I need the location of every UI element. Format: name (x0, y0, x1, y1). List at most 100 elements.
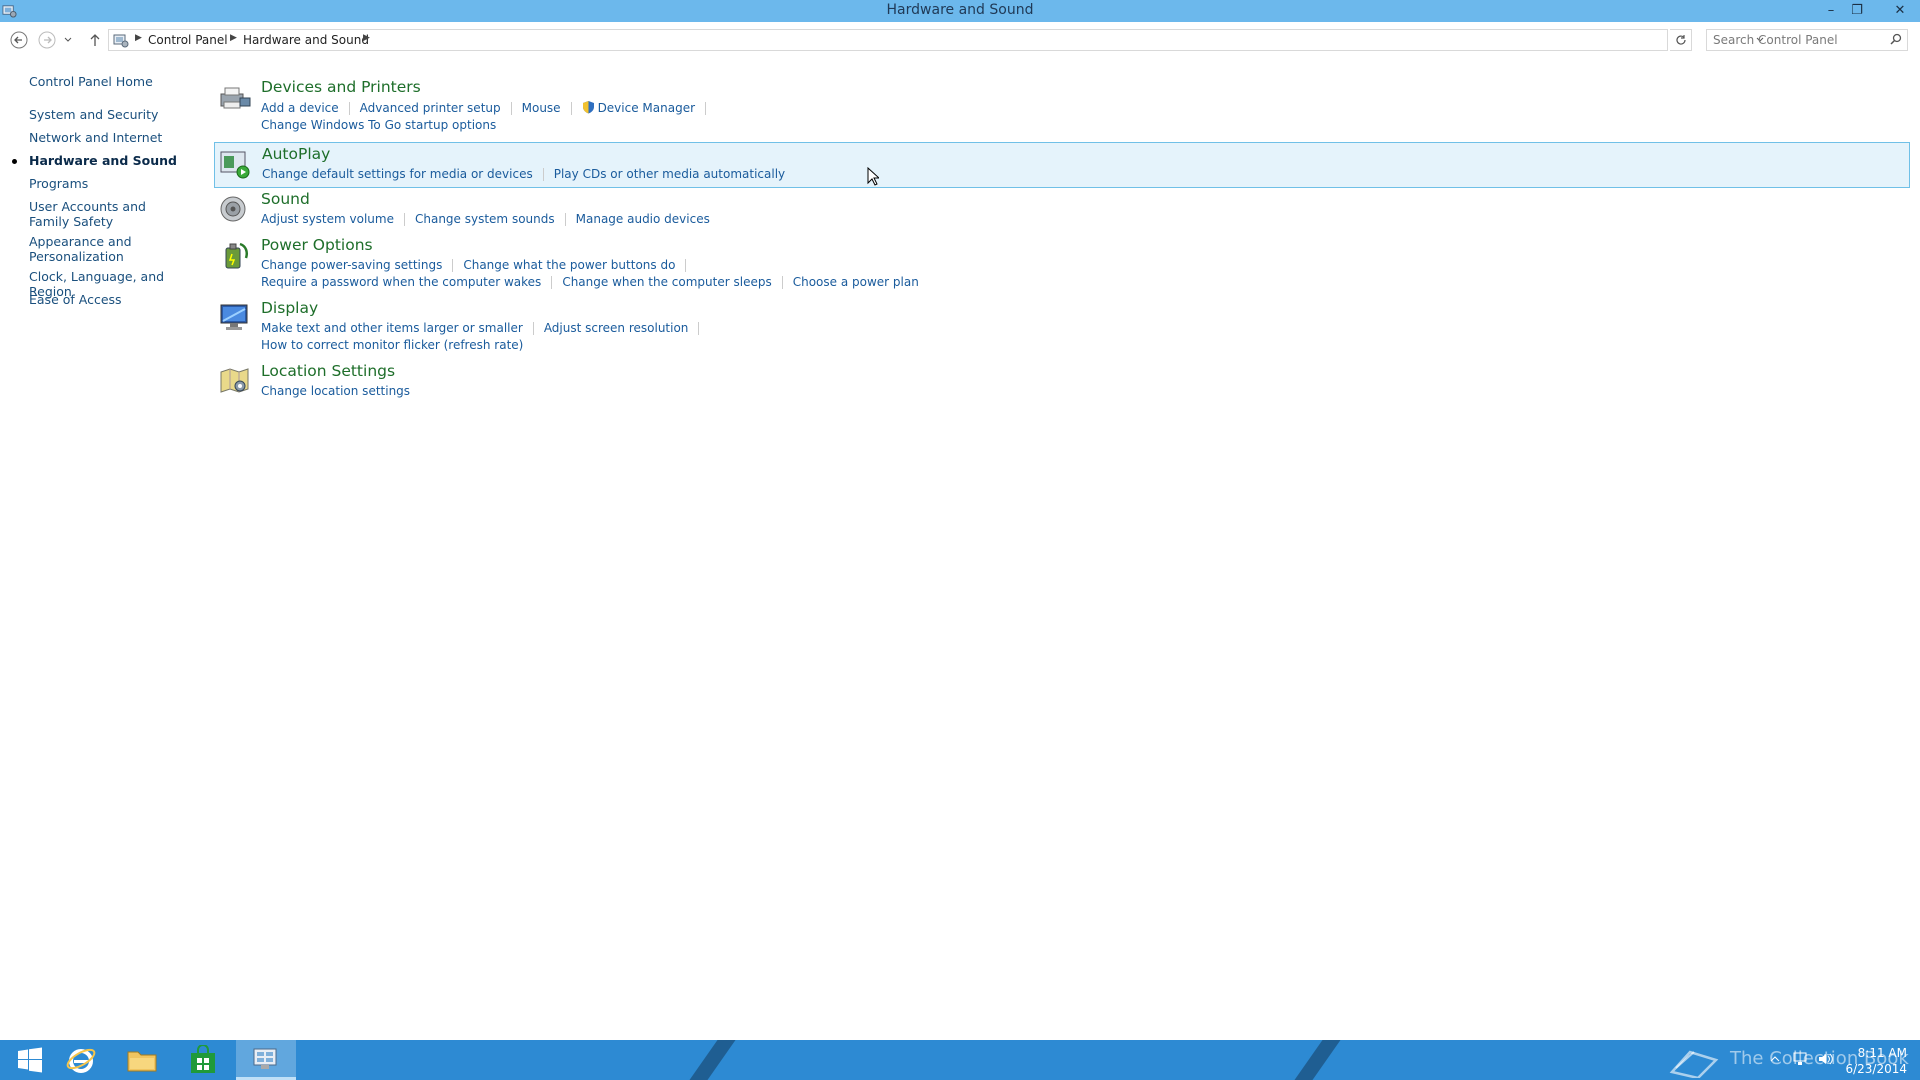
window-title: Hardware and Sound (886, 2, 1034, 18)
folder-icon (127, 1051, 157, 1072)
taskbar-internet-explorer[interactable] (51, 1040, 111, 1080)
power-options-icon[interactable] (218, 238, 252, 272)
breadcrumb-separator[interactable]: ▶ (230, 33, 237, 43)
group-autoplay[interactable]: AutoPlay Change default settings for med… (214, 142, 1910, 188)
devices-and-printers-link[interactable]: Devices and Printers (261, 78, 421, 96)
refresh-button[interactable] (1670, 29, 1692, 51)
up-button[interactable] (84, 29, 106, 51)
mouse-link[interactable]: Mouse (522, 101, 561, 115)
taskbar: The Collection Book 8:11 AM 6/23/2014 (0, 1040, 1920, 1080)
adjust-screen-resolution-link[interactable]: Adjust screen resolution (544, 321, 689, 335)
back-arrow-icon (10, 31, 28, 49)
sidebar-item-network-and-internet[interactable]: Network and Internet (29, 130, 162, 145)
windows-to-go-startup-link[interactable]: Change Windows To Go startup options (261, 118, 496, 132)
control-panel-icon (113, 34, 129, 48)
search-icon[interactable] (1890, 33, 1902, 45)
devices-links-row-2: Change Windows To Go startup options (261, 118, 496, 132)
link-separator (551, 276, 553, 289)
taskbar-store[interactable] (173, 1040, 233, 1080)
change-default-media-settings-link[interactable]: Change default settings for media or dev… (262, 167, 533, 181)
address-box[interactable]: ▶ Control Panel ▶ Hardware and Sound ▶ (108, 29, 1764, 51)
location-settings-icon[interactable] (218, 364, 252, 398)
autoplay-link[interactable]: AutoPlay (262, 145, 330, 163)
volume-icon[interactable] (1818, 1052, 1834, 1066)
sound-links-row: Adjust system volume Change system sounds… (261, 212, 710, 226)
control-panel-icon (253, 1048, 277, 1069)
address-bar-row: ▶ Control Panel ▶ Hardware and Sound ▶ S… (0, 24, 1920, 57)
sidebar-item-system-and-security[interactable]: System and Security (29, 107, 158, 122)
autoplay-icon[interactable] (218, 147, 252, 181)
add-a-device-link[interactable]: Add a device (261, 101, 339, 115)
power-links-row-2: Require a password when the computer wak… (261, 275, 919, 289)
change-location-settings-link[interactable]: Change location settings (261, 384, 410, 398)
chevron-up-icon[interactable] (1770, 1054, 1780, 1064)
forward-arrow-icon (38, 31, 56, 49)
mouse-cursor-icon (867, 167, 879, 186)
sidebar-item-user-accounts[interactable]: User Accounts and Family Safety (29, 199, 179, 229)
display-link[interactable]: Display (261, 299, 318, 317)
forward-button[interactable] (36, 29, 58, 51)
refresh-icon (1675, 35, 1686, 45)
link-separator (570, 102, 572, 115)
sidebar-item-programs[interactable]: Programs (29, 176, 88, 191)
sidebar-item-hardware-and-sound[interactable]: Hardware and Sound (29, 153, 177, 168)
group-devices-and-printers: Devices and Printers Add a device Advance… (214, 78, 1910, 136)
book-logo-icon (1669, 1050, 1719, 1078)
change-power-buttons-link[interactable]: Change what the power buttons do (463, 258, 675, 272)
link-separator (532, 322, 534, 335)
change-when-computer-sleeps-link[interactable]: Change when the computer sleeps (562, 275, 771, 289)
sidebar-item-ease-of-access[interactable]: Ease of Access (29, 292, 122, 307)
sound-link[interactable]: Sound (261, 190, 310, 208)
windows-logo-icon (18, 1047, 42, 1073)
maximize-button[interactable]: ❐ (1844, 0, 1870, 20)
monitor-flicker-link[interactable]: How to correct monitor flicker (refresh … (261, 338, 523, 352)
adjust-system-volume-link[interactable]: Adjust system volume (261, 212, 394, 226)
chevron-down-icon (64, 37, 72, 42)
devices-links-row: Add a device Advanced printer setup Mouse D… (261, 100, 716, 115)
minimize-button[interactable]: – (1818, 0, 1844, 20)
display-links-row: Make text and other items larger or smal… (261, 321, 709, 335)
close-button[interactable]: ✕ (1880, 0, 1920, 20)
title-bar: Hardware and Sound – ❐ ✕ (0, 0, 1920, 22)
search-input[interactable]: Search Control Panel (1706, 29, 1908, 51)
device-manager-link[interactable]: Device Manager (598, 101, 695, 115)
taskbar-control-panel[interactable] (236, 1040, 296, 1080)
link-separator (542, 168, 544, 181)
taskbar-file-explorer[interactable] (112, 1040, 172, 1080)
breadcrumb-hardware-and-sound[interactable]: Hardware and Sound (243, 33, 369, 47)
play-cds-automatically-link[interactable]: Play CDs or other media automatically (554, 167, 785, 181)
change-power-saving-settings-link[interactable]: Change power-saving settings (261, 258, 442, 272)
link-separator (781, 276, 783, 289)
make-text-larger-link[interactable]: Make text and other items larger or smal… (261, 321, 523, 335)
back-button[interactable] (8, 29, 30, 51)
clock-time[interactable]: 8:11 AM (1855, 1046, 1907, 1060)
display-icon[interactable] (218, 301, 252, 335)
choose-power-plan-link[interactable]: Choose a power plan (793, 275, 919, 289)
breadcrumb-separator[interactable]: ▶ (363, 33, 370, 43)
sidebar-item-appearance[interactable]: Appearance and Personalization (29, 234, 149, 264)
change-system-sounds-link[interactable]: Change system sounds (415, 212, 555, 226)
require-password-on-wake-link[interactable]: Require a password when the computer wak… (261, 275, 541, 289)
sidebar-item-control-panel-home[interactable]: Control Panel Home (29, 74, 153, 89)
recent-locations-button[interactable] (61, 29, 75, 51)
group-display: Display Make text and other items larger… (214, 299, 1910, 357)
breadcrumb-control-panel[interactable]: Control Panel (148, 33, 228, 47)
group-sound: Sound Adjust system volume Change system … (214, 190, 1910, 230)
link-separator (510, 102, 512, 115)
network-icon[interactable] (1792, 1052, 1808, 1066)
breadcrumb-separator[interactable]: ▶ (135, 33, 142, 43)
clock-date[interactable]: 6/23/2014 (1845, 1062, 1907, 1076)
speaker-icon[interactable] (218, 192, 252, 226)
power-options-link[interactable]: Power Options (261, 236, 373, 254)
advanced-printer-setup-link[interactable]: Advanced printer setup (360, 101, 501, 115)
link-separator (403, 213, 405, 226)
taskbar-decoration (678, 1040, 740, 1080)
group-power-options: Power Options Change power-saving settin… (214, 236, 1910, 294)
taskbar-decoration (1283, 1040, 1345, 1080)
power-links-row: Change power-saving settings Change what … (261, 258, 696, 272)
manage-audio-devices-link[interactable]: Manage audio devices (576, 212, 710, 226)
store-icon (191, 1045, 215, 1073)
location-settings-link[interactable]: Location Settings (261, 362, 395, 380)
devices-and-printers-icon[interactable] (218, 80, 252, 114)
link-separator (698, 322, 700, 335)
